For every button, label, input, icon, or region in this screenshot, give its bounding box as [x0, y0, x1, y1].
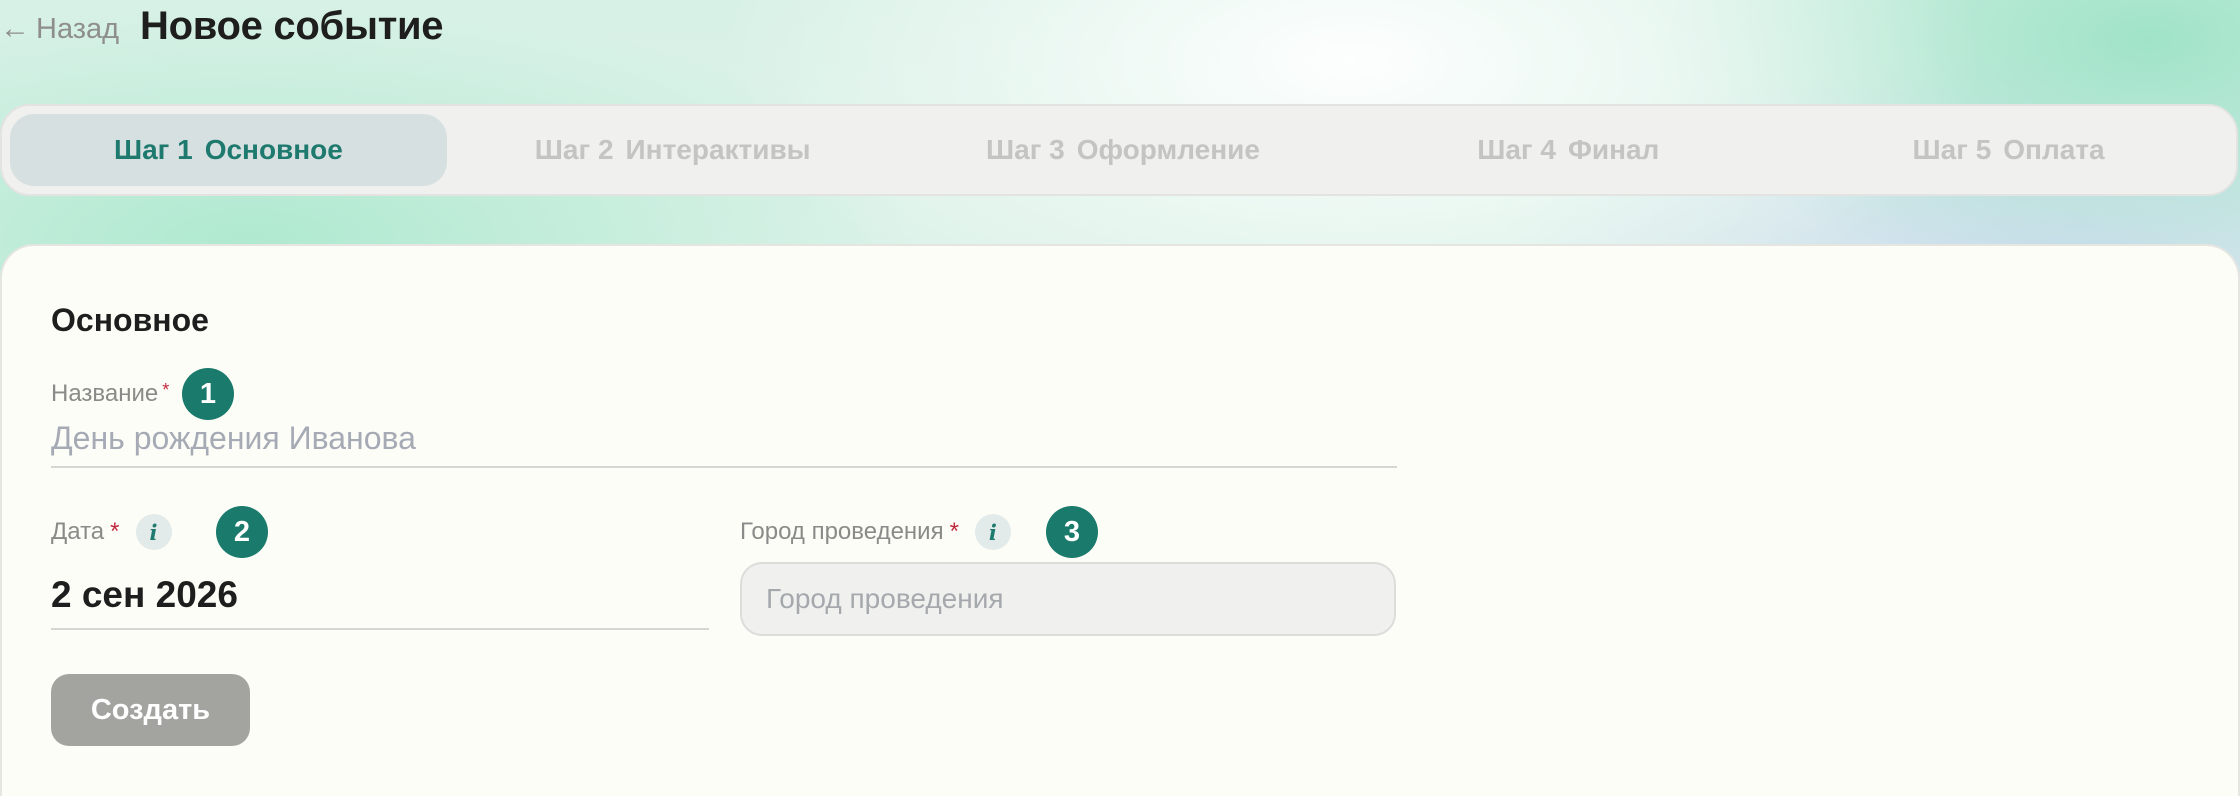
city-input[interactable] [740, 562, 1396, 636]
required-mark: * [162, 379, 170, 400]
name-field-label: Название * [51, 376, 169, 412]
date-picker-field[interactable]: 2 сен 2026 [51, 568, 709, 630]
step-badge-3: 3 [1046, 506, 1098, 558]
step-number: Шаг 4 [1477, 134, 1556, 165]
step-label: Финал [1567, 134, 1660, 165]
required-mark: * [949, 518, 959, 545]
step-number: Шаг 5 [1912, 134, 1992, 165]
date-field-label: Дата * i [51, 512, 172, 552]
city-field-label: Город проведения * i [740, 512, 1011, 552]
step-badge-2: 2 [216, 506, 268, 558]
tab-step-3[interactable]: Шаг 3 Оформление [899, 114, 1348, 186]
step-label: Интерактивы [625, 134, 811, 165]
step-label: Оплата [2003, 134, 2105, 165]
event-name-input[interactable] [51, 410, 1397, 468]
back-label: Назад [36, 12, 120, 45]
city-label-text: Город проведения [740, 518, 944, 545]
step-number: Шаг 1 [113, 134, 193, 165]
info-icon[interactable]: i [135, 514, 172, 550]
step-number: Шаг 3 [986, 134, 1065, 165]
tab-step-2[interactable]: Шаг 2 Интерактивы [447, 114, 899, 186]
tab-step-4[interactable]: Шаг 4 Финал [1347, 114, 1789, 186]
required-mark: * [110, 518, 120, 545]
step-label: Оформление [1076, 134, 1260, 165]
create-button[interactable]: Создать [51, 674, 250, 746]
name-label-text: Название [51, 380, 159, 407]
date-value: 2 сен 2026 [51, 574, 238, 615]
section-title: Основное [51, 302, 209, 338]
date-label-text: Дата [51, 518, 105, 545]
tab-step-5[interactable]: Шаг 5 Оплата [1789, 114, 2228, 186]
step-tabs: Шаг 1 Основное Шаг 2 Интерактивы Шаг 3 О… [0, 104, 2238, 196]
step-number: Шаг 2 [534, 134, 614, 165]
info-icon[interactable]: i [974, 514, 1011, 550]
form-card: Основное Название * 1 Дата * i 2 2 сен 2… [0, 244, 2240, 796]
step-label: Основное [204, 134, 343, 165]
back-link[interactable]: ← Назад [0, 10, 119, 48]
arrow-left-icon: ← [0, 12, 30, 45]
page-title: Новое событие [140, 4, 444, 48]
tab-step-1[interactable]: Шаг 1 Основное [10, 114, 447, 186]
